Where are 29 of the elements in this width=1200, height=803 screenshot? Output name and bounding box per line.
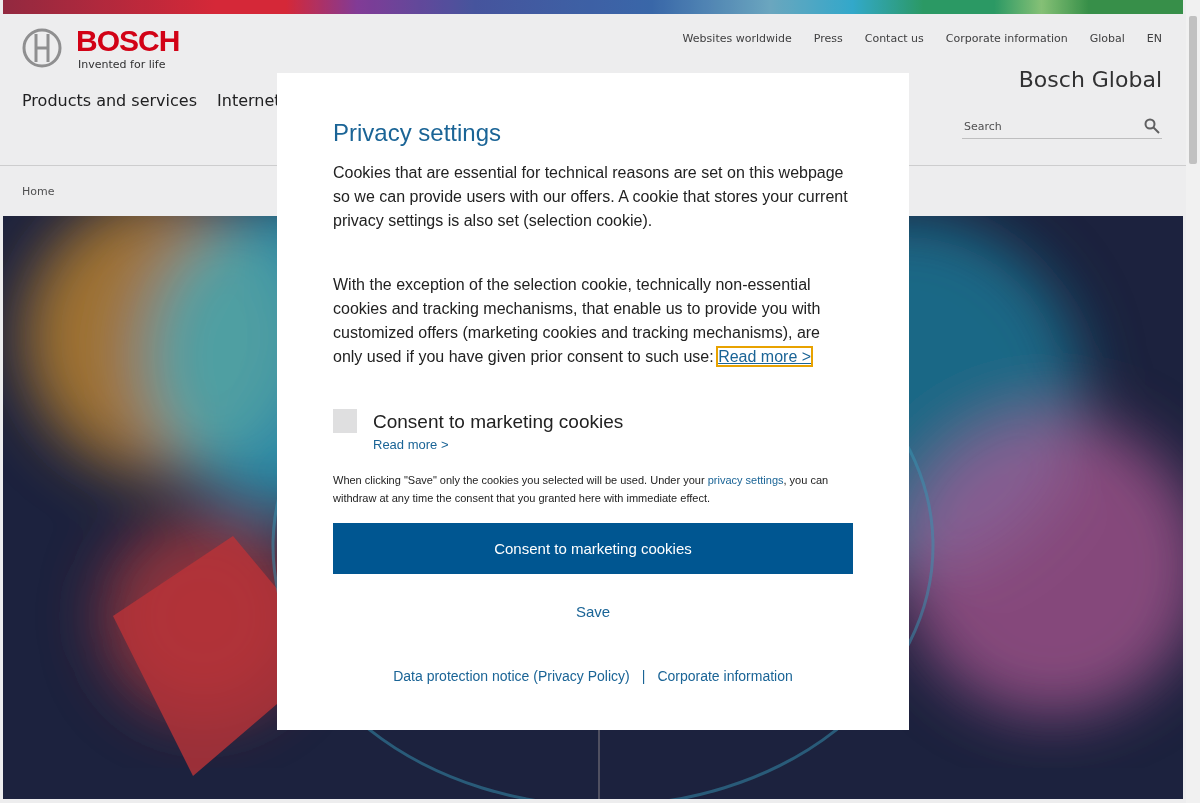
read-more-link[interactable]: Read more > — [373, 437, 449, 452]
tagline: Invented for life — [78, 58, 167, 71]
checkbox[interactable] — [333, 409, 357, 433]
top-link[interactable]: Contact us — [864, 32, 924, 45]
privacy-settings-link[interactable]: privacy settings — [707, 474, 784, 486]
scrollbar[interactable] — [1186, 0, 1200, 803]
checkbox-label[interactable]: Consent to marketing cookies — [373, 409, 624, 435]
top-link[interactable]: Press — [813, 32, 843, 45]
logo[interactable]: BOSCH — [76, 24, 180, 58]
privacy-policy-link[interactable]: Data protection notice (Privacy Policy) — [393, 668, 630, 684]
search-icon — [1144, 118, 1160, 134]
language-selector[interactable]: EN — [1146, 32, 1162, 45]
read-more-link[interactable]: Read more > — [718, 348, 812, 365]
save-button[interactable]: Save — [571, 601, 615, 622]
top-link[interactable]: Corporate information — [945, 32, 1068, 45]
nav-item[interactable]: Products and services — [22, 91, 197, 110]
nav-item[interactable]: Internet — [217, 91, 281, 110]
consent-button[interactable]: Consent to marketing cookies — [333, 523, 853, 574]
corporate-info-link[interactable]: Corporate information — [657, 668, 793, 684]
separator: | — [641, 668, 646, 684]
dialog-title: Privacy settings — [333, 119, 503, 147]
paragraph: Cookies that are essential for technical reasons are set on this webpage so we can provide users with our offers. A cookie that stores your current privacy settings is also set (selection cookie). — [333, 163, 849, 231]
top-link[interactable]: Websites worldwide — [682, 32, 792, 45]
top-link[interactable]: Global — [1089, 32, 1125, 45]
paragraph: With the exception of the selection cookie, technically non-essential cookies and tracking mechanisms, that enable us to provide you with customized offers (marketing cookies and tracking mechanisms), are only used if you have given prior consent to such use: Read more > — [333, 275, 822, 367]
site-title: Bosch Global — [1018, 67, 1162, 92]
breadcrumb[interactable]: Home — [22, 184, 55, 198]
search-field[interactable]: Search — [962, 114, 1162, 139]
save-note: When clicking "Save" only the cookies you selected will be used. Under your privacy settings, you can withdraw at any time the consent that you granted here with immediate effect. — [333, 473, 830, 506]
